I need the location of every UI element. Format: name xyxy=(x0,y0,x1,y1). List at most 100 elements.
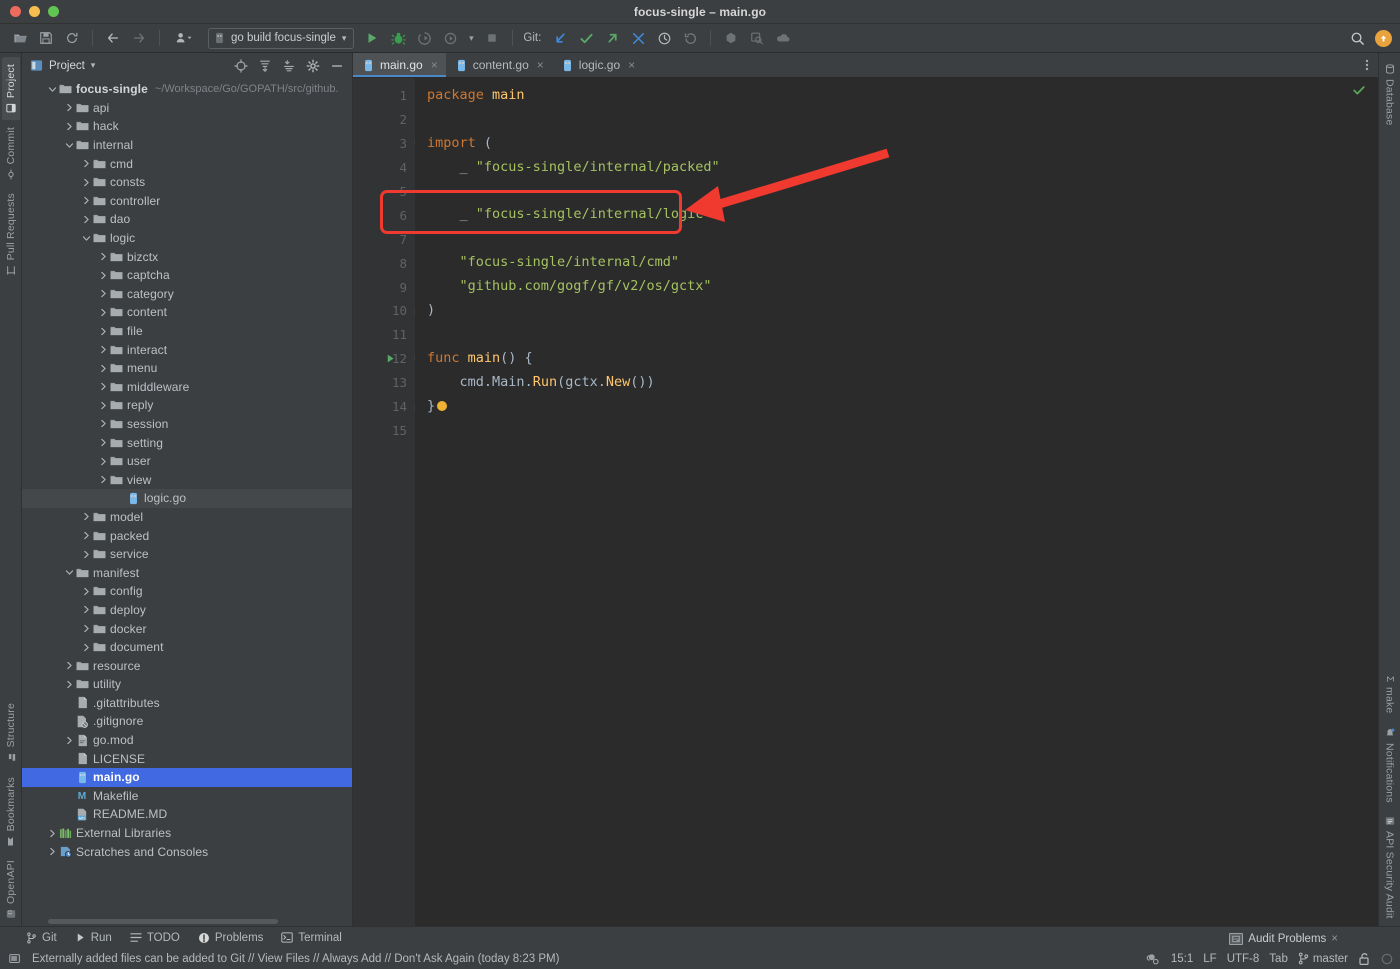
code-line-6[interactable]: _ "focus-single/internal/logic" xyxy=(415,203,1364,227)
bottom-tool-todo[interactable]: TODO xyxy=(130,932,180,944)
run-configuration-selector[interactable]: go build focus-single ▾ xyxy=(208,28,354,49)
tree-row-internal[interactable]: internal xyxy=(22,136,352,155)
code-line-2[interactable] xyxy=(415,108,1364,132)
tree-row-document[interactable]: document xyxy=(22,638,352,657)
tree-row-main-go[interactable]: main.go xyxy=(22,768,352,787)
sidebar-item-project[interactable]: Project xyxy=(2,57,20,120)
tree-row-manifest[interactable]: manifest xyxy=(22,563,352,582)
gutter-line-13[interactable]: 13 xyxy=(353,371,415,395)
code-line-14[interactable]: } xyxy=(415,395,1364,419)
tree-row-deploy[interactable]: deploy xyxy=(22,601,352,620)
gutter-line-7[interactable]: 7 xyxy=(353,227,415,251)
tree-row-license[interactable]: LICENSE xyxy=(22,749,352,768)
cloud-icon[interactable] xyxy=(771,27,795,49)
gutter-line-3[interactable]: 3 xyxy=(353,132,415,156)
sidebar-item-api-security-audit[interactable]: API Security Audit xyxy=(1381,809,1399,926)
chevron-right-icon[interactable] xyxy=(63,678,75,690)
chevron-right-icon[interactable] xyxy=(80,641,92,653)
code-line-4[interactable]: _ "focus-single/internal/packed" xyxy=(415,156,1364,180)
project-file-tree[interactable]: focus-single~/Workspace/Go/GOPATH/src/gi… xyxy=(22,78,352,917)
chevron-right-icon[interactable] xyxy=(80,511,92,523)
chevron-right-icon[interactable] xyxy=(80,195,92,207)
open-folder-icon[interactable] xyxy=(8,27,32,49)
git-branch-widget[interactable]: master xyxy=(1298,952,1348,965)
back-arrow-icon[interactable] xyxy=(101,27,125,49)
run-with-coverage-icon[interactable] xyxy=(412,27,436,49)
chevron-right-icon[interactable] xyxy=(97,288,109,300)
code-editor[interactable]: 123456789101112131415 package mainimport… xyxy=(353,78,1378,926)
bottom-tool-terminal[interactable]: Terminal xyxy=(281,932,341,944)
tree-row-docker[interactable]: docker xyxy=(22,619,352,638)
inspections-widget[interactable] xyxy=(1146,952,1161,966)
chevron-right-icon[interactable] xyxy=(97,306,109,318)
gutter-line-12[interactable]: 12 xyxy=(353,347,415,371)
chevron-right-icon[interactable] xyxy=(80,623,92,635)
caret-position[interactable]: 15:1 xyxy=(1171,953,1193,965)
tree-row-external-libraries[interactable]: External Libraries xyxy=(22,824,352,843)
tree-row-logic-go[interactable]: logic.go xyxy=(22,489,352,508)
close-tab-icon[interactable]: × xyxy=(628,58,635,72)
bottom-tool-run[interactable]: Run xyxy=(75,932,112,944)
run-button[interactable] xyxy=(360,27,384,49)
tree-row-category[interactable]: category xyxy=(22,285,352,304)
tree-row-logic[interactable]: logic xyxy=(22,229,352,248)
tree-row-dao[interactable]: dao xyxy=(22,210,352,229)
code-line-8[interactable]: "focus-single/internal/cmd" xyxy=(415,251,1364,275)
gutter-line-5[interactable]: 5 xyxy=(353,180,415,204)
chevron-right-icon[interactable] xyxy=(80,604,92,616)
hide-panel-icon[interactable] xyxy=(328,57,346,75)
project-panel-scrollbar[interactable] xyxy=(22,917,352,926)
chevron-right-icon[interactable] xyxy=(97,399,109,411)
audit-popup-close-icon[interactable]: × xyxy=(1331,933,1338,945)
tree-row--gitignore[interactable]: .gitignore xyxy=(22,712,352,731)
tree-row-utility[interactable]: utility xyxy=(22,675,352,694)
update-available-icon[interactable] xyxy=(1375,30,1392,47)
chevron-right-icon[interactable] xyxy=(97,437,109,449)
gutter-line-6[interactable]: 6 xyxy=(353,203,415,227)
chevron-right-icon[interactable] xyxy=(63,734,75,746)
git-merge-icon[interactable] xyxy=(626,27,650,49)
tree-row-view[interactable]: view xyxy=(22,470,352,489)
chevron-right-icon[interactable] xyxy=(97,381,109,393)
tree-row-consts[interactable]: consts xyxy=(22,173,352,192)
sidebar-item-openapi[interactable]: {} OpenAPI xyxy=(2,853,20,926)
tree-row-file[interactable]: file xyxy=(22,322,352,341)
git-history-icon[interactable] xyxy=(652,27,676,49)
chevron-right-icon[interactable] xyxy=(80,548,92,560)
chevron-down-icon[interactable] xyxy=(63,139,75,151)
chevron-right-icon[interactable] xyxy=(97,362,109,374)
tree-row-packed[interactable]: packed xyxy=(22,526,352,545)
forward-arrow-icon[interactable] xyxy=(127,27,151,49)
tree-row-interact[interactable]: interact xyxy=(22,340,352,359)
tree-row-hack[interactable]: hack xyxy=(22,117,352,136)
chevron-right-icon[interactable] xyxy=(80,158,92,170)
status-message[interactable]: Externally added files can be added to G… xyxy=(32,953,559,965)
chevron-right-icon[interactable] xyxy=(80,530,92,542)
code-line-1[interactable]: package main xyxy=(415,84,1364,108)
debug-button[interactable] xyxy=(386,27,410,49)
tree-row-setting[interactable]: setting xyxy=(22,433,352,452)
chevron-right-icon[interactable] xyxy=(97,344,109,356)
sidebar-item-notifications[interactable]: Notifications xyxy=(1381,721,1399,810)
tree-row-model[interactable]: model xyxy=(22,508,352,527)
chevron-right-icon[interactable] xyxy=(97,251,109,263)
gutter-line-2[interactable]: 2 xyxy=(353,108,415,132)
chevron-down-icon[interactable]: ▾ xyxy=(342,33,347,44)
tree-row-makefile[interactable]: MMakefile xyxy=(22,787,352,806)
sidebar-item-bookmarks[interactable]: Bookmarks xyxy=(2,770,20,853)
code-line-9[interactable]: "github.com/gogf/gf/v2/os/gctx" xyxy=(415,275,1364,299)
profile-run-icon[interactable] xyxy=(438,27,462,49)
profile-icon[interactable] xyxy=(168,27,202,49)
editor-tab-content-go[interactable]: content.go× xyxy=(446,53,552,77)
bottom-tool-window-bar[interactable]: GitRunTODOProblemsTerminal xyxy=(0,926,1400,948)
close-tab-icon[interactable]: × xyxy=(537,58,544,72)
sidebar-item-make[interactable]: Σ make xyxy=(1381,669,1399,721)
tree-row-service[interactable]: service xyxy=(22,545,352,564)
tree-row-session[interactable]: session xyxy=(22,415,352,434)
gutter-line-4[interactable]: 4 xyxy=(353,156,415,180)
sidebar-item-database[interactable]: Database xyxy=(1381,57,1399,133)
tree-row-readme-md[interactable]: MDREADME.MD xyxy=(22,805,352,824)
tree-row-focus-single[interactable]: focus-single~/Workspace/Go/GOPATH/src/gi… xyxy=(22,80,352,99)
tree-row-middleware[interactable]: middleware xyxy=(22,378,352,397)
tree-row--gitattributes[interactable]: .gitattributes xyxy=(22,694,352,713)
